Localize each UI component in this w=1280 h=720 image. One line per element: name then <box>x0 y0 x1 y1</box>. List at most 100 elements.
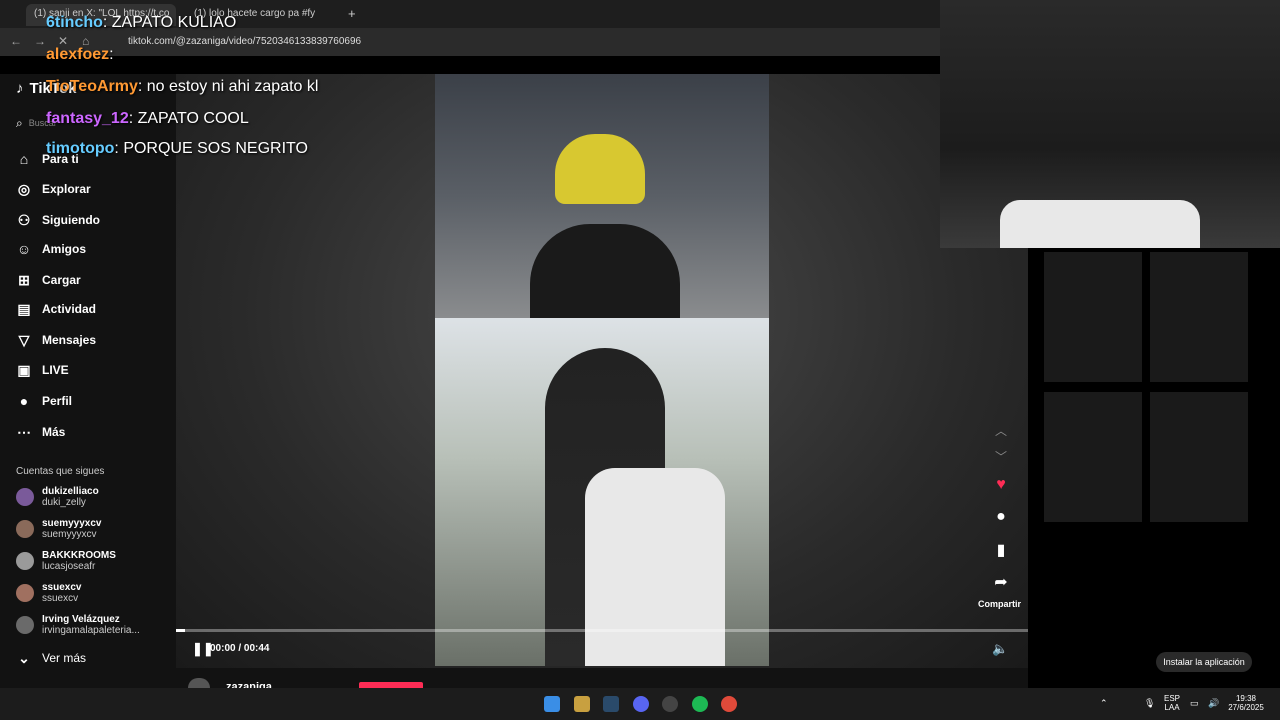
home-icon: ⌂ <box>19 151 29 167</box>
clock-date: 27/6/2025 <box>1228 703 1264 712</box>
account-user: suemyyyxcv <box>42 529 97 540</box>
following-account[interactable]: dukizelliaco duki_zelly <box>16 486 99 508</box>
sidebar-item-mas[interactable]: ⋯ Más <box>16 424 65 440</box>
player-controls: ❚❚ 00:00 / 00:44 🔈 <box>176 640 1028 660</box>
install-app-button[interactable]: Instalar la aplicación <box>1156 652 1252 672</box>
friends-icon: ☺ <box>16 241 32 257</box>
right-panel <box>1028 248 1280 688</box>
sidebar-item-cargar[interactable]: ⊞ Cargar <box>16 272 81 288</box>
account-user: duki_zelly <box>42 497 86 508</box>
grid-tile <box>1044 392 1142 522</box>
new-tab-icon[interactable]: + <box>348 6 356 21</box>
video-frame-streamer[interactable] <box>435 74 769 318</box>
share-icon[interactable]: ➦ <box>990 572 1012 592</box>
sidebar-item-mensajes[interactable]: ▽ Mensajes <box>16 332 96 348</box>
account-name: dukizelliaco <box>42 486 99 497</box>
chevron-down-icon[interactable]: ﹀ <box>990 448 1012 465</box>
video-frame-clip[interactable] <box>435 318 769 666</box>
following-account[interactable]: BAKKKROOMS lucasjoseafr <box>16 550 116 572</box>
avatar <box>16 520 34 538</box>
account-user: irvingamalapaleteria... <box>42 625 140 636</box>
account-name: suemyyyxcv <box>42 518 102 529</box>
chat-user: timotopo <box>46 140 115 157</box>
sidebar-item-explorar[interactable]: ◎ Explorar <box>16 181 91 197</box>
following-account[interactable]: suemyyyxcv suemyyyxcv <box>16 518 102 540</box>
spotify-icon[interactable] <box>692 696 708 712</box>
back-icon[interactable]: ← <box>10 34 22 48</box>
chat-text: ZAPATO KULIAO <box>111 14 237 31</box>
bookmark-icon[interactable]: ▮ <box>990 540 1012 560</box>
tiktok-icon: ♪ <box>16 80 24 97</box>
chat-user: 6tincho <box>46 14 103 31</box>
chat-user: TioTeoArmy <box>46 78 138 95</box>
sidebar-item-label: Mensajes <box>42 333 97 347</box>
volume-tray-icon[interactable]: 🔊 <box>1208 698 1219 709</box>
windows-taskbar: ⌃ 🎙 ESP LAA ▭ 🔊 19:38 27/6/2025 <box>0 688 1280 720</box>
language-indicator[interactable]: ESP LAA <box>1162 694 1182 712</box>
account-name: BAKKKROOMS <box>42 550 116 561</box>
chrome-icon[interactable] <box>721 696 737 712</box>
profile-icon: ● <box>19 393 29 409</box>
sidebar-item-label: Amigos <box>42 242 87 256</box>
grid-tile <box>1150 392 1248 522</box>
yellow-beanie <box>555 134 645 204</box>
sidebar-item-label: Cargar <box>42 273 81 287</box>
chat-user: alexfoez <box>46 46 110 63</box>
avatar <box>16 584 34 602</box>
chat-message: timotopo: PORQUE SOS NEGRITO <box>46 140 308 157</box>
obs-icon[interactable] <box>662 696 678 712</box>
tray-chevron-icon[interactable]: ⌃ <box>1100 698 1108 709</box>
url-field[interactable]: tiktok.com/@zazaniga/video/7520346133839… <box>128 36 361 47</box>
activity-icon: ▤ <box>17 300 31 317</box>
following-account[interactable]: ssuexcv ssuexcv <box>16 582 81 604</box>
chat-message: alexfoez: <box>46 46 114 63</box>
network-icon[interactable]: ▭ <box>1190 698 1199 709</box>
sidebar-item-label: Perfil <box>42 394 73 408</box>
sidebar-item-amigos[interactable]: ☺ Amigos <box>16 241 86 257</box>
messages-icon: ▽ <box>18 331 30 348</box>
chat-text: ZAPATO COOL <box>137 110 249 127</box>
chevron-down-icon: ⌄ <box>18 649 30 666</box>
chat-user: fantasy_12 <box>46 110 129 127</box>
sidebar-item-siguiendo[interactable]: ⚇ Siguiendo <box>16 212 100 228</box>
sidebar-item-label: Más <box>42 425 66 439</box>
lang-code: ESP <box>1163 694 1180 703</box>
sidebar-item-label: Actividad <box>42 302 97 316</box>
sidebar-item-label: Explorar <box>42 182 91 196</box>
file-explorer-icon[interactable] <box>574 696 590 712</box>
video-progress-bar[interactable] <box>176 629 1028 632</box>
chat-text: PORQUE SOS NEGRITO <box>123 140 308 157</box>
chat-message: fantasy_12: ZAPATO COOL <box>46 110 249 127</box>
account-user: ssuexcv <box>42 593 79 604</box>
author-name[interactable]: zazaniga <box>226 681 272 688</box>
following-icon: ⚇ <box>17 211 31 228</box>
more-icon: ⋯ <box>17 423 31 440</box>
see-more-button[interactable]: ⌄ Ver más <box>16 650 86 666</box>
layout-code: LAA <box>1164 703 1180 712</box>
start-icon[interactable] <box>544 696 560 712</box>
search-icon: ⌕ <box>16 115 23 130</box>
clock[interactable]: 19:38 27/6/2025 <box>1226 694 1266 712</box>
comment-icon[interactable]: ● <box>990 508 1012 526</box>
webcam-overlay <box>940 0 1280 248</box>
following-account[interactable]: Irving Velázquez irvingamalapaleteria... <box>16 614 140 636</box>
forward-icon[interactable]: → <box>34 34 46 48</box>
chevron-up-icon[interactable]: ︿ <box>990 422 1012 439</box>
sidebar-item-label: LIVE <box>42 363 69 377</box>
discord-icon[interactable] <box>633 696 649 712</box>
volume-icon[interactable]: 🔈 <box>992 641 1008 657</box>
webcam-person <box>1000 200 1200 248</box>
sidebar-item-perfil[interactable]: ● Perfil <box>16 393 72 409</box>
sidebar-item-live[interactable]: ▣ LIVE <box>16 361 69 378</box>
microphone-icon[interactable]: 🎙 <box>1144 698 1155 709</box>
chat-message: TioTeoArmy: no estoy ni ahi zapato kl <box>46 78 319 95</box>
chat-text: no estoy ni ahi zapato kl <box>146 78 319 95</box>
sidebar-item-actividad[interactable]: ▤ Actividad <box>16 301 96 317</box>
heart-icon[interactable]: ♥ <box>990 476 1012 494</box>
following-title: Cuentas que sigues <box>16 466 105 477</box>
progress-fill <box>176 629 185 632</box>
see-more-label: Ver más <box>42 651 87 665</box>
steam-icon[interactable] <box>603 696 619 712</box>
account-user: lucasjoseafr <box>42 561 96 572</box>
live-icon: ▣ <box>17 361 31 378</box>
